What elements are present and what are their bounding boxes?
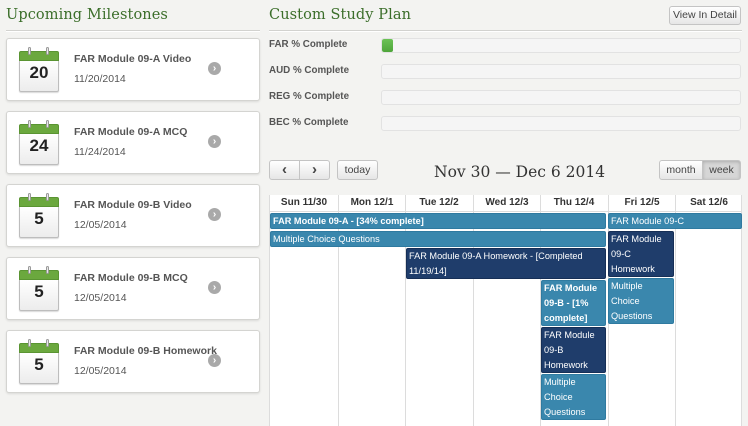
study-plan-title: Custom Study Plan [269,7,412,23]
chevron-right-icon: › [312,161,317,178]
day-column-divider [473,195,474,426]
calendar-title: Nov 30 — Dec 6 2014 [434,163,606,181]
chevron-right-circle-icon[interactable]: › [208,135,221,148]
chevron-right-circle-icon[interactable]: › [208,208,221,221]
day-header: Thu 12/4 [553,197,595,208]
milestone-day: 5 [34,209,44,228]
progress-bar [381,64,741,79]
milestone-title: FAR Module 09-A Video [74,53,192,65]
event-far-09b[interactable]: FAR Module 09-B - [1% complete] [541,280,606,326]
milestone-day: 5 [34,355,44,374]
chevron-right-circle-icon[interactable]: › [208,62,221,75]
day-header: Wed 12/3 [485,197,529,208]
today-button[interactable]: today [337,160,378,180]
view-in-detail-button[interactable]: View In Detail [669,6,741,25]
event-mcq-thu[interactable]: Multiple Choice Questions [541,374,606,420]
milestone-card[interactable]: 5 FAR Module 09-B Video 12/05/2014 › [6,184,260,247]
milestone-date: 12/05/2014 [74,219,127,231]
milestone-title: FAR Module 09-A MCQ [74,126,188,138]
day-header: Sat 12/6 [690,197,728,208]
progress-fill [382,39,393,52]
milestones-title: Upcoming Milestones [6,7,168,23]
event-mcq-fri[interactable]: Multiple Choice Questions [608,278,674,324]
progress-label: FAR % Complete [269,39,348,50]
milestone-title: FAR Module 09-B Homework [74,345,217,357]
milestone-date: 11/20/2014 [74,73,126,85]
progress-bar [381,90,741,105]
study-plan-title-divider [269,30,742,32]
milestone-date: 12/05/2014 [74,292,127,304]
header-divider [270,211,741,212]
milestone-date: 11/24/2014 [74,146,126,158]
day-header: Sun 11/30 [280,197,328,208]
event-homework-09a[interactable]: FAR Module 09-A Homework - [Completed 11… [406,248,606,279]
chevron-right-circle-icon[interactable]: › [208,281,221,294]
chevron-right-circle-icon[interactable]: › [208,354,221,367]
milestone-day: 24 [29,136,49,155]
progress-bar [381,38,741,53]
milestone-card[interactable]: 5 FAR Module 09-B Homework 12/05/2014 › [6,330,260,393]
event-far-09c[interactable]: FAR Module 09-C [608,213,742,229]
month-view-button[interactable]: month [659,160,703,180]
event-homework-09c[interactable]: FAR Module 09-C Homework [608,231,674,277]
week-view-button[interactable]: week [702,160,741,180]
day-header: Mon 12/1 [350,197,394,208]
event-homework-09b[interactable]: FAR Module 09-B Homework [541,327,606,373]
milestone-card[interactable]: 5 FAR Module 09-B MCQ 12/05/2014 › [6,257,260,320]
day-header: Fri 12/5 [624,197,660,208]
calendar-icon: 24 [19,120,59,165]
milestone-title: FAR Module 09-B MCQ [74,272,188,284]
day-header: Tue 12/2 [419,197,459,208]
milestone-day: 5 [34,282,44,301]
event-far-09a[interactable]: FAR Module 09-A - [34% complete] [270,213,606,229]
week-calendar-grid: Sun 11/30 Mon 12/1 Tue 12/2 Wed 12/3 Thu 12/… [269,195,742,426]
milestone-date: 12/05/2014 [74,365,127,377]
day-column-divider [675,195,676,426]
progress-label: AUD % Complete [269,65,350,76]
progress-bar [381,116,741,131]
milestone-day: 20 [29,63,49,82]
next-week-button[interactable]: › [299,160,330,180]
calendar-icon: 5 [19,193,59,238]
event-mcq-span[interactable]: Multiple Choice Questions [270,231,606,247]
milestone-card[interactable]: 20 FAR Module 09-A Video 11/20/2014 › [6,38,260,101]
calendar-icon: 5 [19,339,59,384]
milestone-title: FAR Module 09-B Video [74,199,192,211]
day-column-divider [405,195,406,426]
day-column-divider [338,195,339,426]
prev-week-button[interactable]: ‹ [269,160,300,180]
progress-label: BEC % Complete [269,117,349,128]
chevron-left-icon: ‹ [282,161,287,178]
calendar-icon: 20 [19,47,59,92]
calendar-icon: 5 [19,266,59,311]
milestone-card[interactable]: 24 FAR Module 09-A MCQ 11/24/2014 › [6,111,260,174]
progress-label: REG % Complete [269,91,350,102]
milestones-title-divider [6,30,260,32]
